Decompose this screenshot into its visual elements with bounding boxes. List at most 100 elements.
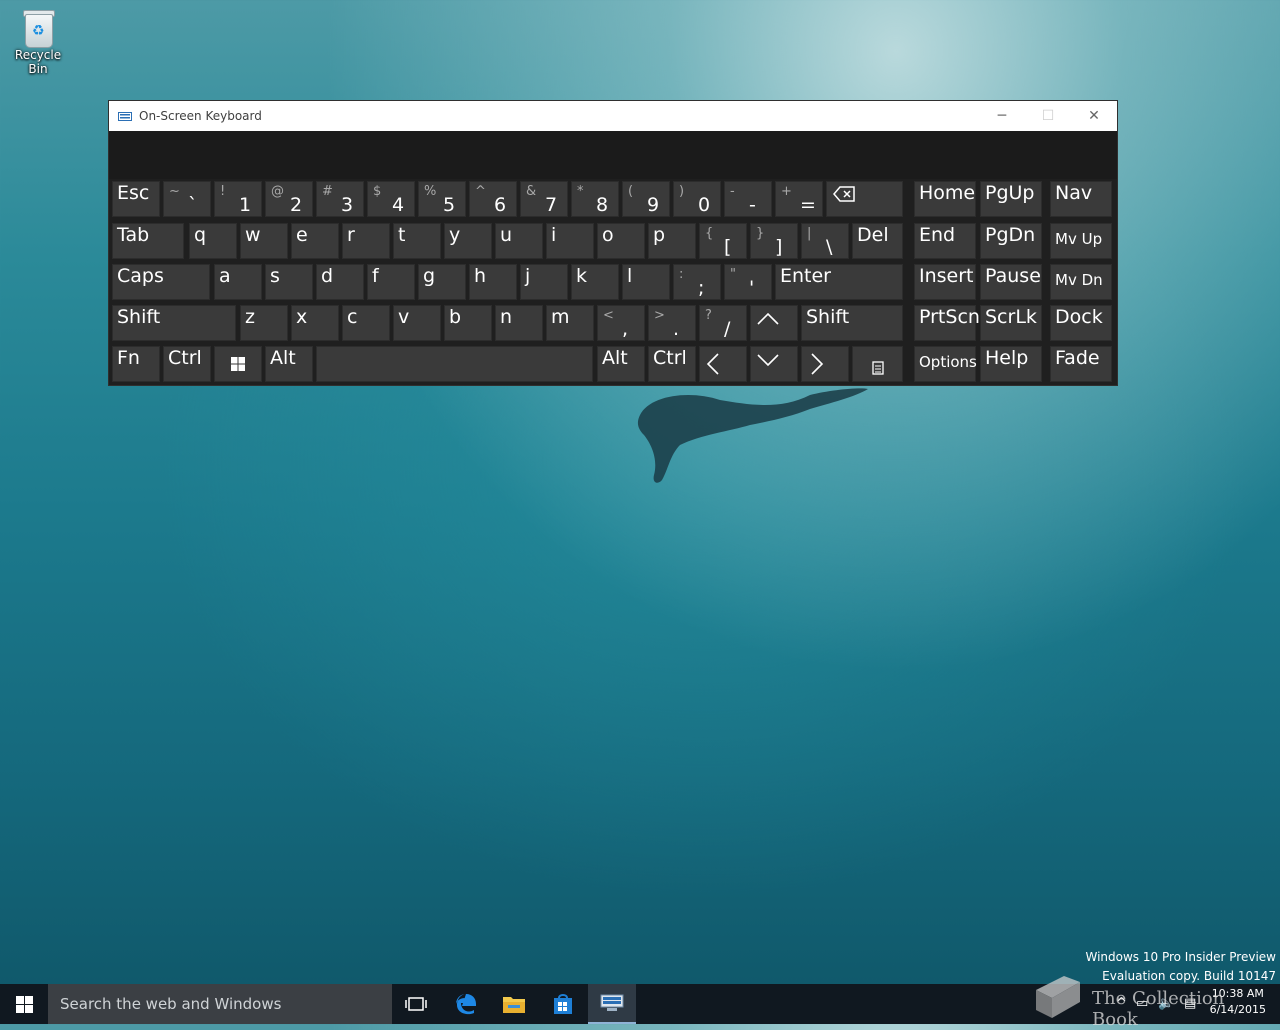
minimize-button[interactable]: ─ (979, 101, 1025, 131)
key-equals[interactable]: + = (775, 181, 823, 217)
key-lctrl[interactable]: Ctrl (163, 346, 211, 382)
key-pause[interactable]: Pause (980, 264, 1042, 300)
key-9[interactable]: (9 (622, 181, 670, 217)
key-w[interactable]: w (240, 223, 288, 259)
key-up[interactable] (750, 305, 798, 341)
key-del[interactable]: Del (852, 223, 903, 259)
key-space[interactable] (316, 346, 593, 382)
key-down[interactable] (750, 346, 798, 382)
key-7[interactable]: & 7 (520, 181, 568, 217)
key-5[interactable]: % 5 (418, 181, 466, 217)
key-o[interactable]: o (597, 223, 645, 259)
key-slash[interactable]: ? / (699, 305, 747, 341)
key-prtscn[interactable]: PrtScn (914, 305, 980, 341)
key-mvdn[interactable]: Mv Dn (1050, 264, 1112, 300)
key-esc[interactable]: Esc (112, 181, 160, 217)
key-j[interactable]: j (520, 264, 568, 300)
key-k[interactable]: k (571, 264, 619, 300)
key-minus[interactable]: -- (724, 181, 772, 217)
key-right[interactable] (801, 346, 849, 382)
key-label: s (270, 265, 280, 287)
start-button[interactable] (0, 984, 48, 1024)
key-t[interactable]: t (393, 223, 441, 259)
key-6[interactable]: ^ 6 (469, 181, 517, 217)
key-y[interactable]: y (444, 223, 492, 259)
key-dock[interactable]: Dock (1050, 305, 1112, 341)
key-8[interactable]: * 8 (571, 181, 619, 217)
key-r[interactable]: r (342, 223, 390, 259)
key-insert[interactable]: Insert (914, 264, 976, 300)
key-s[interactable]: s (265, 264, 313, 300)
key-u[interactable]: u (495, 223, 543, 259)
windows-logo-icon (215, 347, 261, 381)
key-home[interactable]: Home (914, 181, 976, 217)
key-a[interactable]: a (214, 264, 262, 300)
key-caps[interactable]: Caps (112, 264, 210, 300)
maximize-button[interactable]: ☐ (1025, 101, 1071, 131)
close-button[interactable]: ✕ (1071, 101, 1117, 131)
key-quote[interactable]: " ' (724, 264, 772, 300)
key-label: e (296, 224, 308, 246)
search-box[interactable]: Search the web and Windows (48, 984, 392, 1024)
on-screen-keyboard-taskbar-button[interactable] (588, 984, 636, 1024)
key-c[interactable]: c (342, 305, 390, 341)
key-p[interactable]: p (648, 223, 696, 259)
key-semicolon[interactable]: :; (673, 264, 721, 300)
key-shift-label: ^ (475, 184, 486, 199)
edge-button[interactable] (442, 984, 490, 1024)
key-help[interactable]: Help (980, 346, 1042, 382)
key-rbracket[interactable]: }] (750, 223, 798, 259)
key-3[interactable]: #3 (316, 181, 364, 217)
key-left[interactable] (699, 346, 747, 382)
key-nav[interactable]: Nav (1050, 181, 1112, 217)
key-g[interactable]: g (418, 264, 466, 300)
arrow-up-icon (751, 306, 797, 340)
key-m[interactable]: m (546, 305, 594, 341)
key-d[interactable]: d (316, 264, 364, 300)
key-v[interactable]: v (393, 305, 441, 341)
key-2[interactable]: @2 (265, 181, 313, 217)
key-label: 2 (290, 194, 303, 216)
key-h[interactable]: h (469, 264, 517, 300)
key-b[interactable]: b (444, 305, 492, 341)
key-scrlk[interactable]: ScrLk (980, 305, 1042, 341)
key-lbracket[interactable]: {[ (699, 223, 747, 259)
key-win[interactable] (214, 346, 262, 382)
key-comma[interactable]: <, (597, 305, 645, 341)
key-period[interactable]: >. (648, 305, 696, 341)
key-l[interactable]: l (622, 264, 670, 300)
key-ralt[interactable]: Alt (597, 346, 645, 382)
key-q[interactable]: q (189, 223, 237, 259)
key-fn[interactable]: Fn (112, 346, 160, 382)
title-bar[interactable]: On-Screen Keyboard ─ ☐ ✕ (109, 101, 1117, 131)
key-i[interactable]: i (546, 223, 594, 259)
key-x[interactable]: x (291, 305, 339, 341)
key-backspace[interactable] (826, 181, 903, 217)
key-lalt[interactable]: Alt (265, 346, 313, 382)
key-1[interactable]: ! 1 (214, 181, 262, 217)
key-n[interactable]: n (495, 305, 543, 341)
key-e[interactable]: e (291, 223, 339, 259)
key-lshift[interactable]: Shift (112, 305, 236, 341)
key-end[interactable]: End (914, 223, 976, 259)
key-4[interactable]: $4 (367, 181, 415, 217)
store-button[interactable] (539, 984, 587, 1024)
key-pgdn[interactable]: PgDn (980, 223, 1042, 259)
key-enter[interactable]: Enter (775, 264, 903, 300)
key-menu[interactable] (852, 346, 903, 382)
key-options[interactable]: Options (914, 346, 977, 382)
key-pgup[interactable]: PgUp (980, 181, 1042, 217)
task-view-button[interactable] (392, 984, 440, 1024)
key-tab[interactable]: Tab (112, 223, 184, 259)
recycle-bin[interactable]: ♻ Recycle Bin (4, 8, 72, 76)
key-f[interactable]: f (367, 264, 415, 300)
key-grave[interactable]: ~ ` (163, 181, 211, 217)
key-rshift[interactable]: Shift (801, 305, 903, 341)
key-z[interactable]: z (240, 305, 288, 341)
key-fade[interactable]: Fade (1050, 346, 1112, 382)
key-backslash[interactable]: | \ (801, 223, 849, 259)
key-rctrl[interactable]: Ctrl (648, 346, 696, 382)
key-0[interactable]: ) 0 (673, 181, 721, 217)
key-mvup[interactable]: Mv Up (1050, 223, 1112, 259)
file-explorer-button[interactable] (490, 984, 538, 1024)
